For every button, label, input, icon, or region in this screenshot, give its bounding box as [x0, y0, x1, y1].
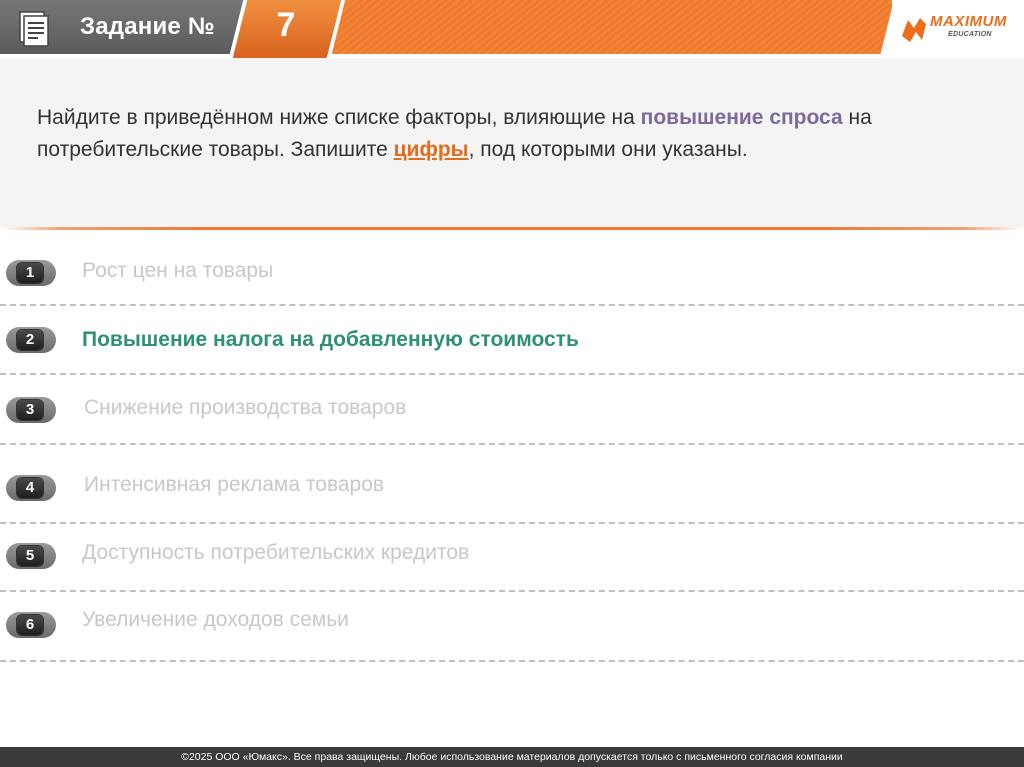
separator — [0, 304, 1024, 306]
item-text: Снижение производства товаров — [84, 396, 407, 419]
badge-number: 1 — [17, 263, 43, 283]
item-text: Интенсивная реклама товаров — [84, 473, 385, 496]
header-bar: Задание № 7 MAXIMUM EDUCATION — [0, 0, 1024, 58]
logo-figure-icon — [902, 18, 926, 42]
separator — [0, 590, 1024, 592]
number-badge: 2 — [6, 327, 56, 353]
number-badge: 5 — [6, 543, 56, 569]
badge-number: 2 — [17, 330, 43, 350]
badge-number: 4 — [17, 478, 43, 498]
document-icon — [19, 11, 49, 47]
task-instruction: Найдите в приведённом ниже списке фактор… — [37, 102, 997, 166]
divider-line — [0, 227, 1024, 230]
item-text: Рост цен на товары — [82, 259, 274, 282]
header-decor-band — [320, 0, 895, 54]
separator — [0, 373, 1024, 375]
separator — [0, 443, 1024, 445]
badge-number: 5 — [17, 546, 43, 566]
copyright-footer: ©2025 ООО «Юмакс». Все права защищены. Л… — [0, 747, 1024, 767]
badge-number: 6 — [17, 615, 43, 635]
badge-number: 3 — [17, 400, 43, 420]
number-badge: 3 — [6, 397, 56, 423]
item-text: Увеличение доходов семьи — [82, 608, 349, 631]
separator — [0, 660, 1024, 662]
task-area: Найдите в приведённом ниже списке фактор… — [0, 58, 1024, 228]
header-title-block: Задание № — [0, 0, 244, 54]
item-text: Доступность потребительских кредитов — [82, 541, 470, 564]
task-number: 7 — [276, 6, 296, 44]
task-title: Задание № — [80, 13, 215, 40]
separator — [0, 522, 1024, 524]
task-text-part: Найдите в приведённом ниже списке фактор… — [37, 106, 641, 129]
task-text-part: , под которыми они указаны. — [468, 138, 748, 161]
number-badge: 1 — [6, 260, 56, 286]
number-badge: 6 — [6, 612, 56, 638]
number-badge: 4 — [6, 475, 56, 501]
logo-subtext: EDUCATION — [948, 31, 992, 38]
highlight-demand-increase: повышение спроса — [640, 106, 843, 129]
highlight-digits: цифры — [393, 138, 469, 161]
logo-text: MAXIMUM — [930, 13, 1007, 30]
item-text: Повышение налога на добавленную стоимост… — [82, 328, 579, 351]
logo: MAXIMUM EDUCATION — [892, 0, 1024, 58]
